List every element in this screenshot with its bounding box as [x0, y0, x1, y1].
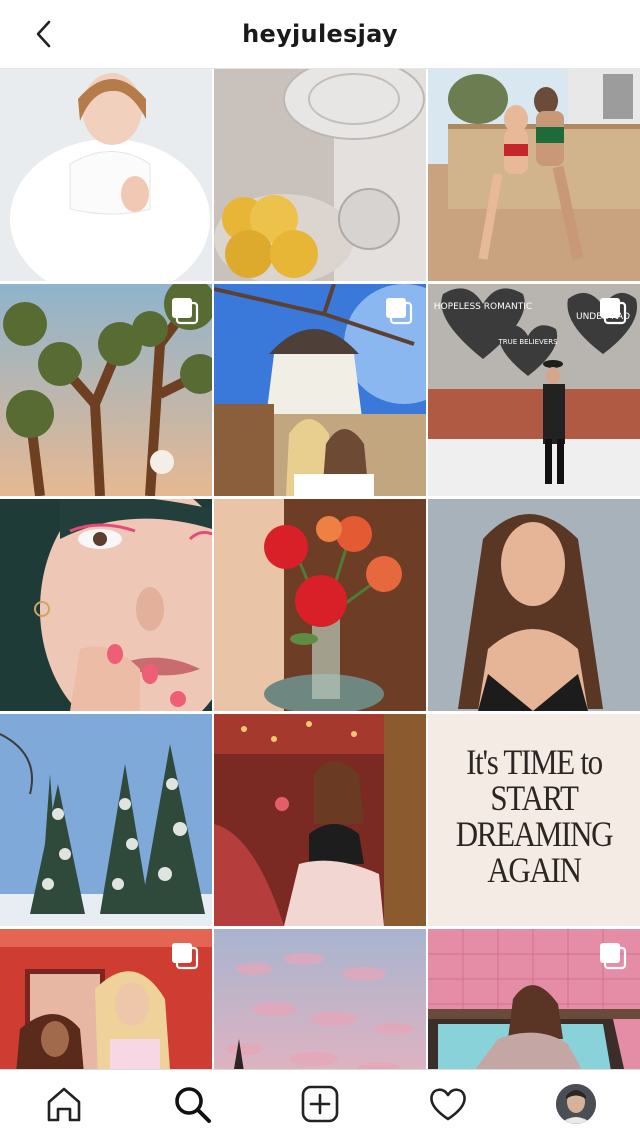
- post-tile-2[interactable]: [214, 69, 426, 281]
- post-tile-11[interactable]: [214, 714, 426, 926]
- nav-new-post-button[interactable]: [294, 1078, 346, 1130]
- nav-search-button[interactable]: [166, 1078, 218, 1130]
- nav-activity-button[interactable]: [422, 1078, 474, 1130]
- back-button[interactable]: [24, 14, 64, 54]
- posts-grid: HOPELESS ROMANTIC TRUE BELIEVERS UNDER R…: [0, 69, 640, 1069]
- post-image-black-top: [428, 499, 640, 711]
- multiple-photos-icon: [600, 298, 627, 325]
- post-tile-5[interactable]: [214, 284, 426, 496]
- multiple-photos-icon: [172, 298, 199, 325]
- heart-icon: [430, 1088, 466, 1121]
- nav-profile-button[interactable]: [550, 1078, 602, 1130]
- home-icon: [47, 1087, 81, 1122]
- nav-home-button[interactable]: [38, 1078, 90, 1130]
- add-post-icon: [301, 1085, 339, 1123]
- post-image-swimsuits: [428, 69, 640, 281]
- post-image-portrait-white: [0, 69, 212, 281]
- post-image-eyeliner: [0, 499, 212, 711]
- post-tile-6[interactable]: HOPELESS ROMANTIC TRUE BELIEVERS UNDER R…: [428, 284, 640, 496]
- profile-username-title: heyjulesjay: [242, 20, 398, 48]
- post-tile-9[interactable]: [428, 499, 640, 711]
- multiple-photos-icon: [600, 943, 627, 970]
- post-tile-7[interactable]: [0, 499, 212, 711]
- post-tile-1[interactable]: [0, 69, 212, 281]
- post-image-red-bar: [214, 714, 426, 926]
- post-image-flowers: [214, 499, 426, 711]
- multiple-photos-icon: [172, 943, 199, 970]
- post-image-pink-sky: [214, 929, 426, 1069]
- profile-avatar: [556, 1084, 596, 1124]
- post-tile-14[interactable]: [214, 929, 426, 1069]
- mural-text-1: HOPELESS ROMANTIC: [434, 302, 532, 312]
- quote-text: It's TIME to START DREAMING AGAIN: [455, 742, 614, 890]
- post-tile-3[interactable]: [428, 69, 640, 281]
- post-tile-12[interactable]: It's TIME to START DREAMING AGAIN: [428, 714, 640, 926]
- post-tile-4[interactable]: [0, 284, 212, 496]
- multiple-photos-icon: [386, 298, 413, 325]
- post-tile-8[interactable]: [214, 499, 426, 711]
- post-tile-10[interactable]: [0, 714, 212, 926]
- post-tile-15[interactable]: [428, 929, 640, 1069]
- top-header: heyjulesjay: [0, 0, 640, 69]
- post-image-glassware: [214, 69, 426, 281]
- post-image-snowy-trees: [0, 714, 212, 926]
- post-tile-13[interactable]: [0, 929, 212, 1069]
- search-icon: [175, 1087, 211, 1123]
- mural-text-2: TRUE BELIEVERS: [497, 338, 558, 346]
- bottom-navigation: [0, 1069, 640, 1138]
- chevron-left-icon: [36, 20, 51, 48]
